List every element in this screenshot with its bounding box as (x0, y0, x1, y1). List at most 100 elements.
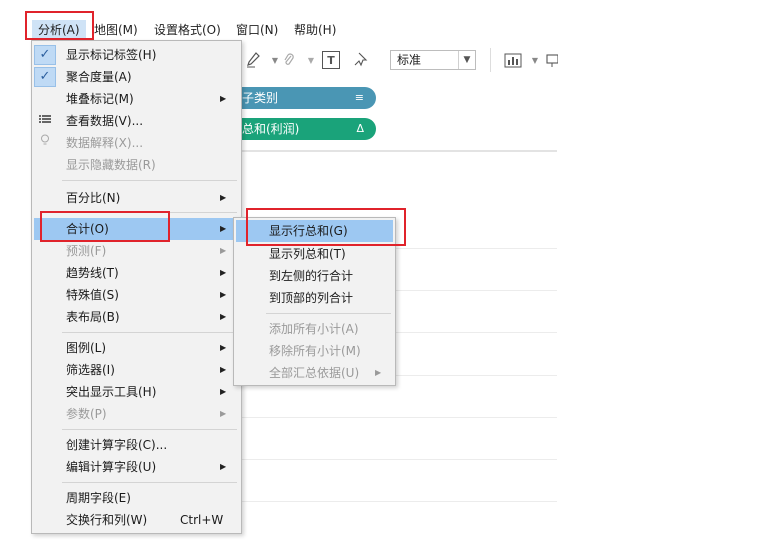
menu-item-show-mark-labels[interactable]: ✓ 显示标记标签(H) (32, 44, 241, 66)
analysis-menu: ✓ 显示标记标签(H) ✓ 聚合度量(A) 堆叠标记(M) ▶ 查看数据(V).… (31, 40, 242, 534)
menu-item-aggregate-measures[interactable]: ✓ 聚合度量(A) (32, 66, 241, 88)
menu-item-legends[interactable]: 图例(L) ▶ (32, 337, 241, 359)
menu-item-label: 数据解释(X)... (66, 136, 144, 150)
menu-separator (62, 180, 237, 181)
shortcut-label: Ctrl+W (180, 513, 224, 527)
rows-pill[interactable]: 总和(利润) Δ (240, 118, 376, 140)
menu-separator (62, 212, 237, 213)
menu-item-label: 到左侧的行合计 (269, 269, 354, 283)
menu-item-label: 全部汇总依据(U) (269, 366, 360, 380)
menu-item-label: 查看数据(V)... (66, 114, 144, 128)
menu-item-show-column-grand-totals[interactable]: 显示列总和(T) (234, 243, 395, 265)
chevron-right-icon: ▶ (220, 193, 227, 202)
menu-item-label: 显示标记标签(H) (66, 48, 157, 62)
menu-item-stack-marks[interactable]: 堆叠标记(M) ▶ (32, 88, 241, 110)
menu-item-highlighters[interactable]: 突出显示工具(H) ▶ (32, 381, 241, 403)
menu-item-label: 显示列总和(T) (269, 247, 346, 261)
sort-icon: ≡ (354, 91, 364, 104)
rows-pill-label: 总和(利润) (242, 122, 300, 136)
menu-item-parameters[interactable]: 参数(P) ▶ (32, 403, 241, 425)
menu-item-totals[interactable]: 合计(O) ▶ (34, 218, 239, 240)
menu-item-add-all-subtotals[interactable]: 添加所有小计(A) (234, 318, 395, 340)
table-row (395, 290, 557, 291)
chevron-down-icon: ▼ (458, 51, 475, 69)
menu-item-label: 显示隐藏数据(R) (66, 158, 156, 172)
totals-submenu: 显示行总和(G) 显示列总和(T) 到左侧的行合计 到顶部的列合计 添加所有小计… (233, 217, 396, 386)
menu-item-label: 创建计算字段(C)... (66, 438, 168, 452)
menu-item-label: 预测(F) (66, 244, 107, 258)
menu-item-trend-lines[interactable]: 趋势线(T) ▶ (32, 262, 241, 284)
table-row (240, 459, 557, 460)
columns-pill[interactable]: 子类别 ≡ (240, 87, 376, 109)
menu-item-cycle-fields[interactable]: 周期字段(E) (32, 487, 241, 509)
chevron-right-icon: ▶ (375, 368, 382, 377)
menu-item-create-calculated-field[interactable]: 创建计算字段(C)... (32, 434, 241, 456)
menu-item-total-all-using[interactable]: 全部汇总依据(U) ▶ (234, 362, 395, 384)
menu-separator (62, 482, 237, 483)
bar-chart-icon[interactable] (502, 50, 524, 70)
menu-item-label: 表布局(B) (66, 310, 120, 324)
chevron-right-icon: ▶ (220, 343, 227, 352)
menu-item-explain-data[interactable]: 数据解释(X)... (32, 132, 241, 154)
menu-item-label: 筛选器(I) (66, 363, 115, 377)
menu-separator (266, 313, 391, 314)
size-select[interactable]: 标准 ▼ (390, 50, 476, 70)
menu-item-label: 到顶部的列合计 (269, 291, 354, 305)
menu-item-label: 移除所有小计(M) (269, 344, 361, 358)
presentation-icon[interactable] (540, 50, 562, 70)
bulb-icon (38, 132, 52, 154)
menu-item-label: 编辑计算字段(U) (66, 460, 157, 474)
menu-item-show-hidden-data[interactable]: 显示隐藏数据(R) (32, 154, 241, 176)
chevron-right-icon: ▶ (220, 312, 227, 321)
rows-shelf[interactable]: 总和(利润) Δ (240, 110, 557, 151)
menu-item-label: 趋势线(T) (66, 266, 119, 280)
menu-analysis[interactable]: 分析(A) (32, 20, 86, 40)
menu-item-show-row-grand-totals[interactable]: 显示行总和(G) (236, 220, 393, 242)
menu-format[interactable]: 设置格式(O) (154, 20, 221, 40)
menu-item-label: 交换行和列(W) (66, 513, 148, 527)
menu-item-view-data[interactable]: 查看数据(V)... (32, 110, 241, 132)
menu-item-swap-rows-columns[interactable]: 交换行和列(W) Ctrl+W (32, 509, 241, 531)
chevron-right-icon: ▶ (220, 268, 227, 277)
menu-item-label: 特殊值(S) (66, 288, 119, 302)
text-label-button[interactable]: T (322, 51, 340, 69)
pin-icon[interactable] (350, 50, 372, 70)
menu-item-label: 添加所有小计(A) (269, 322, 359, 336)
menu-item-forecast[interactable]: 预测(F) ▶ (32, 240, 241, 262)
table-row (395, 332, 557, 333)
menu-item-label: 图例(L) (66, 341, 107, 355)
menu-item-filters[interactable]: 筛选器(I) ▶ (32, 359, 241, 381)
paperclip-icon[interactable] (278, 50, 300, 70)
columns-pill-label: 子类别 (242, 91, 279, 105)
check-icon: ✓ (34, 45, 56, 65)
menu-item-edit-calculated-field[interactable]: 编辑计算字段(U) ▶ (32, 456, 241, 478)
menu-item-row-totals-to-left[interactable]: 到左侧的行合计 (234, 265, 395, 287)
chevron-right-icon: ▶ (220, 290, 227, 299)
view-divider (240, 151, 557, 152)
menu-help[interactable]: 帮助(H) (294, 20, 336, 40)
toolbar-divider (490, 48, 491, 72)
chevron-right-icon: ▶ (220, 246, 227, 255)
delta-icon: Δ (356, 122, 364, 135)
menu-separator (62, 332, 237, 333)
menu-item-column-totals-to-top[interactable]: 到顶部的列合计 (234, 287, 395, 309)
menu-item-remove-all-subtotals[interactable]: 移除所有小计(M) (234, 340, 395, 362)
menu-item-label: 堆叠标记(M) (66, 92, 134, 106)
menu-item-label: 百分比(N) (66, 191, 121, 205)
menu-item-label: 突出显示工具(H) (66, 385, 157, 399)
menu-item-label: 合计(O) (66, 222, 109, 236)
chevron-down-icon[interactable]: ▼ (300, 50, 322, 70)
menu-separator (62, 429, 237, 430)
menu-item-special-values[interactable]: 特殊值(S) ▶ (32, 284, 241, 306)
chevron-right-icon: ▶ (220, 94, 227, 103)
menu-item-table-layout[interactable]: 表布局(B) ▶ (32, 306, 241, 328)
pen-icon[interactable] (242, 50, 264, 70)
chevron-right-icon: ▶ (220, 409, 227, 418)
size-select-value: 标准 (397, 53, 422, 67)
table-row (395, 248, 557, 249)
menubar: 分析(A) 地图(M) 设置格式(O) 窗口(N) 帮助(H) (0, 0, 761, 40)
menu-map[interactable]: 地图(M) (94, 20, 138, 40)
menu-window[interactable]: 窗口(N) (236, 20, 278, 40)
menu-item-percentage[interactable]: 百分比(N) ▶ (32, 187, 241, 209)
check-icon: ✓ (34, 67, 56, 87)
